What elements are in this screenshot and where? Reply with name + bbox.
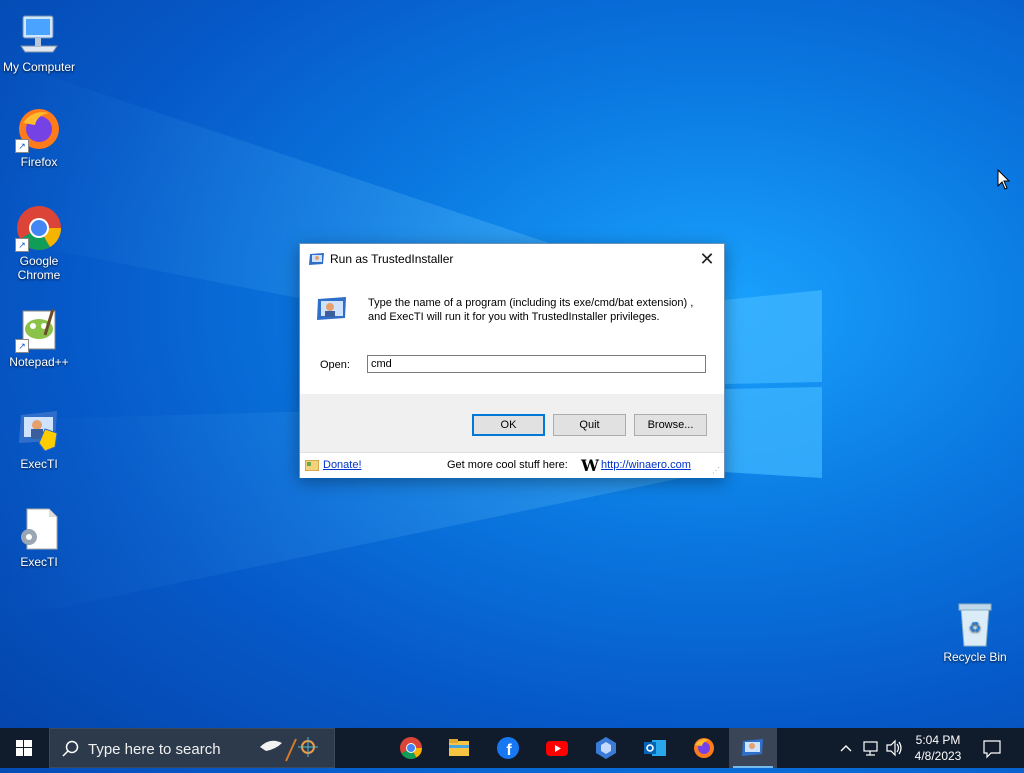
desktop-icon-label: Recycle Bin bbox=[943, 650, 1007, 664]
close-button[interactable]: ✕ bbox=[692, 244, 722, 274]
donate-link[interactable]: Donate! bbox=[323, 459, 362, 471]
windows-logo-icon bbox=[16, 740, 32, 756]
desktop-icon-notepadpp[interactable]: ↗ Notepad++ bbox=[0, 305, 79, 369]
dialog-title: Run as TrustedInstaller bbox=[330, 252, 454, 266]
firefox-icon bbox=[694, 738, 714, 758]
taskbar-app-chrome[interactable] bbox=[387, 728, 435, 768]
svg-text:f: f bbox=[506, 742, 512, 759]
file-gear-icon bbox=[15, 505, 63, 553]
volume-tray-button[interactable] bbox=[884, 728, 904, 768]
notepadpp-icon: ↗ bbox=[15, 305, 63, 353]
execti-icon bbox=[742, 739, 763, 756]
desktop-icon-label-line2: Chrome bbox=[17, 268, 61, 282]
monitor-icon bbox=[15, 10, 63, 58]
network-tray-button[interactable] bbox=[862, 728, 880, 768]
search-placeholder: Type here to search bbox=[88, 741, 221, 758]
notification-icon bbox=[983, 740, 1001, 759]
search-icon bbox=[62, 740, 79, 757]
desktop-icon-recycle-bin[interactable]: ♻ Recycle Bin bbox=[935, 600, 1015, 664]
description-line: and ExecTI will run it for you with Trus… bbox=[368, 311, 660, 323]
recycle-bin-icon: ♻ bbox=[951, 600, 999, 648]
description-line: Type the name of a program (including it… bbox=[368, 297, 694, 309]
browse-button[interactable]: Browse... bbox=[634, 414, 707, 436]
taskbar-clock[interactable]: 5:04 PM 4/8/2023 bbox=[906, 732, 970, 764]
winaero-logo-icon: W bbox=[581, 456, 599, 475]
execti-icon bbox=[309, 252, 325, 266]
dialog-footer: Donate! Get more cool stuff here: W http… bbox=[300, 452, 724, 478]
taskbar-app-file-explorer[interactable] bbox=[435, 728, 483, 768]
facebook-icon: f bbox=[497, 737, 519, 759]
desktop-icon-label: ExecTI bbox=[20, 555, 58, 569]
network-icon bbox=[863, 741, 878, 756]
dialog-button-area: OK Quit Browse... bbox=[300, 394, 724, 452]
desktop-icon-execti-file[interactable]: ExecTI bbox=[0, 505, 79, 569]
taskbar: Type here to search f 5:04 PM 4/8/2023 bbox=[0, 728, 1024, 768]
donate-icon bbox=[304, 459, 320, 472]
taskbar-app-youtube[interactable] bbox=[533, 728, 581, 768]
firefox-icon: ↗ bbox=[15, 105, 63, 153]
svg-text:♻: ♻ bbox=[969, 620, 982, 636]
taskbar-app-outlook[interactable] bbox=[631, 728, 679, 768]
dialog-body: Type the name of a program (including it… bbox=[300, 274, 724, 394]
more-stuff-text: Get more cool stuff here: bbox=[447, 459, 568, 471]
show-hidden-icons-button[interactable] bbox=[838, 728, 854, 768]
taskbar-search-box[interactable]: Type here to search bbox=[49, 728, 335, 768]
file-explorer-icon bbox=[449, 739, 469, 756]
taskbar-app-facebook[interactable]: f bbox=[484, 728, 532, 768]
chevron-up-icon bbox=[840, 745, 852, 752]
shortcut-arrow-icon: ↗ bbox=[15, 339, 29, 353]
desktop-icon-label: Firefox bbox=[20, 155, 58, 169]
execti-shield-icon bbox=[316, 296, 348, 324]
run-as-trustedinstaller-dialog: Run as TrustedInstaller ✕ Type the name … bbox=[299, 243, 725, 478]
shortcut-arrow-icon: ↗ bbox=[15, 139, 29, 153]
chrome-icon: ↗ bbox=[15, 204, 63, 252]
desktop-icon-my-computer[interactable]: My Computer bbox=[0, 10, 79, 74]
resize-grip-icon[interactable]: ⋰ bbox=[712, 466, 722, 476]
execti-shield-icon bbox=[15, 407, 63, 455]
desktop-icon-label: Google bbox=[19, 254, 59, 268]
desktop-icon-google-chrome[interactable]: ↗ Google Chrome bbox=[0, 204, 79, 282]
dialog-titlebar[interactable]: Run as TrustedInstaller ✕ bbox=[300, 244, 724, 274]
desktop-icon-label: Notepad++ bbox=[9, 355, 69, 369]
ok-button[interactable]: OK bbox=[472, 414, 545, 436]
outlook-icon bbox=[644, 740, 666, 756]
dialog-description: Type the name of a program (including it… bbox=[368, 296, 708, 324]
shortcut-arrow-icon: ↗ bbox=[15, 238, 29, 252]
search-highlight-illustration-icon bbox=[260, 737, 318, 762]
desktop-icon-label: ExecTI bbox=[20, 457, 58, 471]
winaero-link[interactable]: http://winaero.com bbox=[601, 459, 691, 471]
speaker-icon bbox=[886, 739, 902, 757]
desktop-icon-label: My Computer bbox=[2, 60, 76, 74]
desktop-icon-execti-shortcut[interactable]: ExecTI bbox=[0, 407, 79, 471]
open-label: Open: bbox=[320, 359, 350, 371]
taskbar-app-firefox[interactable] bbox=[680, 728, 728, 768]
youtube-icon bbox=[546, 741, 568, 756]
clock-time: 5:04 PM bbox=[915, 733, 961, 747]
copilot-icon bbox=[596, 737, 616, 759]
start-button[interactable] bbox=[0, 728, 48, 768]
notification-center-button[interactable] bbox=[980, 728, 1004, 768]
clock-date: 4/8/2023 bbox=[914, 749, 962, 763]
taskbar-app-copilot[interactable] bbox=[582, 728, 630, 768]
quit-button[interactable]: Quit bbox=[553, 414, 626, 436]
taskbar-app-execti[interactable] bbox=[729, 728, 777, 768]
chrome-icon bbox=[400, 737, 422, 759]
mouse-cursor-icon bbox=[997, 169, 1011, 190]
desktop-icon-firefox[interactable]: ↗ Firefox bbox=[0, 105, 79, 169]
open-input[interactable] bbox=[367, 355, 706, 373]
